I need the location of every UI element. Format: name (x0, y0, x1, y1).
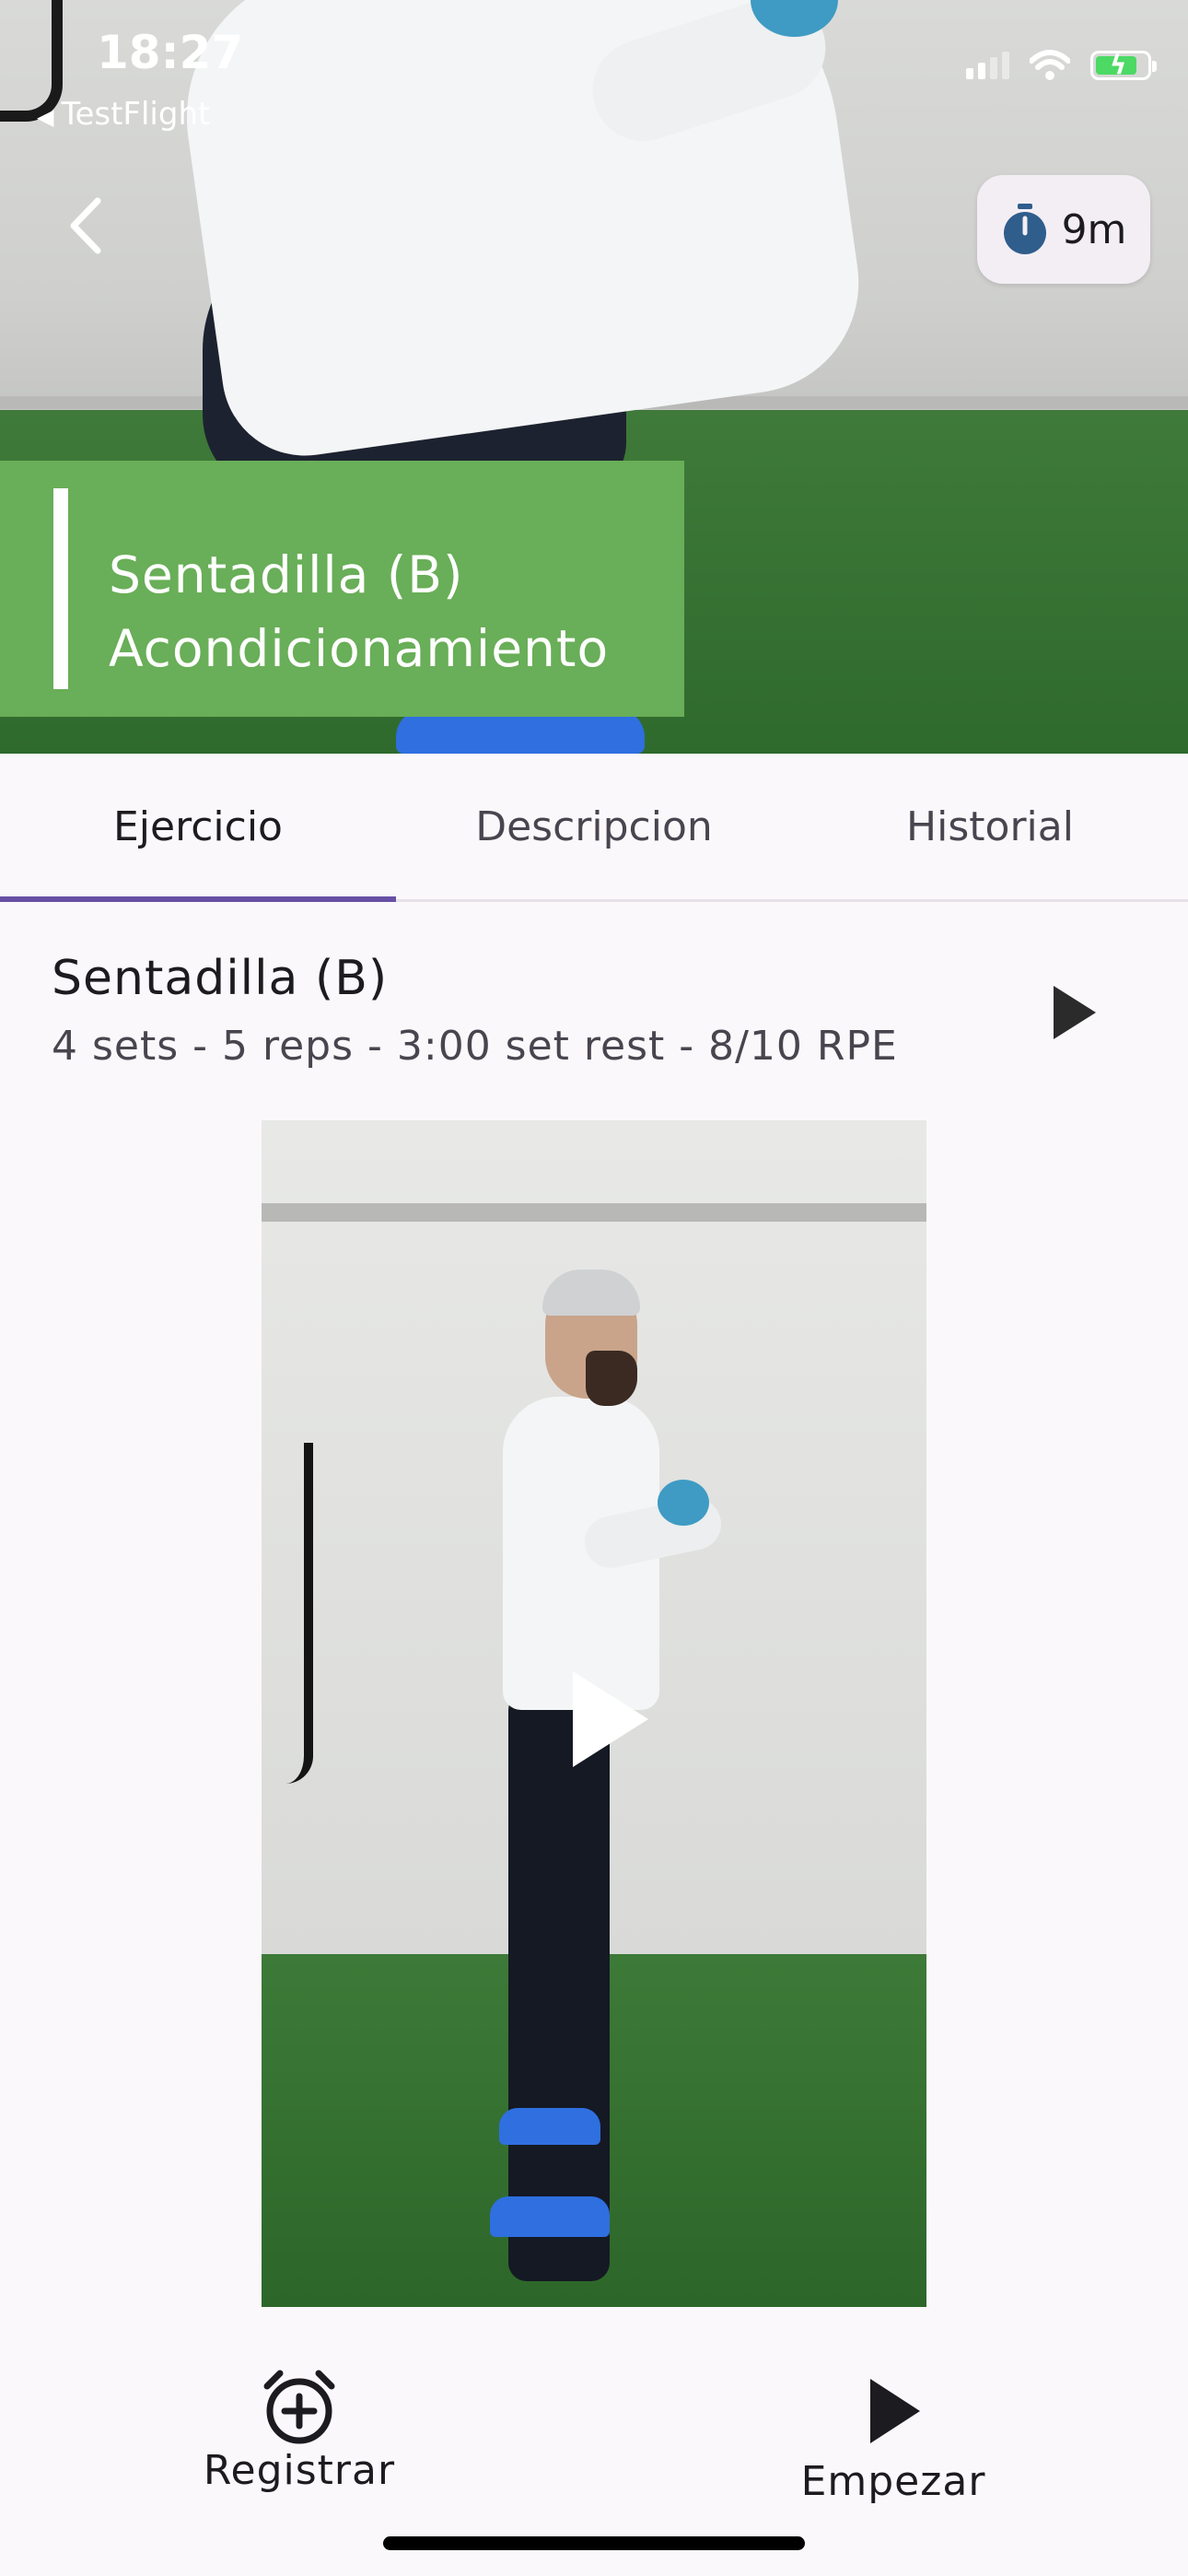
exercise-video[interactable] (262, 1120, 926, 2307)
play-icon (870, 2379, 920, 2443)
empezar-label: Empezar (800, 2458, 986, 2505)
exercise-name: Sentadilla (B) (52, 951, 389, 1006)
tab-ejercicio[interactable]: Ejercicio (0, 754, 396, 902)
status-back-label: TestFlight (61, 96, 211, 133)
alarm-add-icon (263, 2370, 335, 2444)
play-icon (573, 1671, 648, 1767)
banner-exercise-name: Sentadilla (B) (109, 545, 464, 604)
registrar-button[interactable]: Registrar (198, 2368, 401, 2494)
tab-historial[interactable]: Historial (792, 754, 1188, 899)
video-athlete-legs (508, 1692, 610, 2281)
video-suspension-strap (262, 1443, 313, 1784)
status-back-to-app[interactable]: ◀ TestFlight (37, 96, 210, 133)
title-accent-bar (53, 488, 68, 689)
video-wall-trim (262, 1203, 926, 1222)
video-athlete-shoe (499, 2108, 600, 2145)
wifi-icon (1030, 50, 1070, 80)
back-triangle-icon: ◀ (37, 104, 54, 130)
timer-label: 9m (1061, 205, 1127, 253)
video-play-button[interactable] (562, 1664, 654, 1774)
status-indicators: ϟ (966, 50, 1157, 81)
empezar-button[interactable]: Empezar (792, 2373, 995, 2505)
video-athlete-shoe (490, 2196, 610, 2237)
play-icon (1054, 986, 1096, 1039)
battery-charging-icon: ϟ (1090, 50, 1157, 80)
stopwatch-icon (1003, 204, 1046, 254)
registrar-label: Registrar (203, 2447, 396, 2494)
signal-icon (966, 52, 1009, 79)
video-kettlebell (658, 1480, 709, 1526)
tab-descripcion[interactable]: Descripcion (396, 754, 792, 899)
exercise-title-banner: Sentadilla (B) Acondicionamiento (0, 461, 684, 717)
home-indicator[interactable] (383, 2536, 805, 2550)
tab-bar: Ejercicio Descripcion Historial (0, 754, 1188, 902)
chevron-left-icon (70, 197, 101, 254)
workout-timer-chip[interactable]: 9m (977, 175, 1150, 284)
exercise-prescription: 4 sets - 5 reps - 3:00 set rest - 8/10 R… (52, 1023, 898, 1070)
back-button[interactable] (55, 193, 120, 258)
exercise-play-button[interactable] (1046, 980, 1101, 1045)
status-time: 18:27 (97, 26, 244, 79)
banner-exercise-category: Acondicionamiento (109, 619, 610, 678)
